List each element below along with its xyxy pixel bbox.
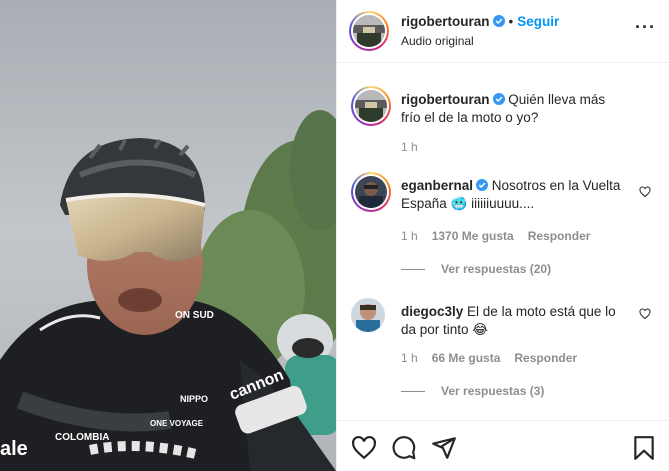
like-comment-heart-icon[interactable] (639, 186, 651, 198)
like-comment-heart-icon[interactable] (639, 308, 651, 320)
verified-icon (476, 179, 489, 191)
comment-item: eganbernal Nosotros en la Vuelta España … (351, 172, 661, 282)
comment-meta: 1 h 1370 Me gusta Responder (401, 229, 604, 243)
reply-button[interactable]: Responder (528, 229, 591, 243)
avatar-image (355, 176, 387, 208)
post-media[interactable]: ON SUD NIPPO cannon COLOMBIA ale ONE VOY… (0, 0, 336, 471)
jersey-text: ON SUD (175, 310, 214, 321)
view-replies-button[interactable]: Ver respuestas (3) (401, 384, 544, 398)
author-username[interactable]: rigobertouran (401, 14, 490, 29)
more-icon[interactable]: ··· (635, 17, 656, 38)
comment-avatar[interactable] (351, 298, 385, 332)
comment-likes[interactable]: 66 Me gusta (432, 351, 501, 365)
verified-icon (492, 93, 505, 105)
comments-list[interactable]: rigobertouran Quién lleva más frío el de… (337, 64, 669, 420)
header-user-line: rigobertouran • Seguir (401, 14, 559, 29)
avatar-image (351, 298, 385, 332)
comment-icon[interactable] (391, 435, 417, 461)
avatar-image (355, 90, 387, 122)
replies-line (401, 269, 425, 271)
comment-item: diegoc3ly El de la moto está que lo da p… (351, 298, 661, 408)
comment-avatar[interactable] (351, 172, 391, 212)
caption-username[interactable]: rigobertouran (401, 92, 490, 107)
caption-avatar[interactable] (351, 86, 391, 126)
separator-dot: • (508, 14, 514, 29)
caption-meta: 1 h (401, 140, 432, 154)
comment-text-block: eganbernal Nosotros en la Vuelta España … (401, 177, 626, 213)
follow-button[interactable]: Seguir (517, 14, 559, 29)
audio-link[interactable]: Audio original (401, 34, 474, 48)
jersey-text: NIPPO (180, 394, 208, 404)
post-header: rigobertouran • Seguir Audio original ··· (337, 0, 669, 63)
action-bar (337, 420, 669, 471)
comment-likes[interactable]: 1370 Me gusta (432, 229, 514, 243)
bookmark-icon[interactable] (631, 435, 657, 461)
comment-username[interactable]: eganbernal (401, 178, 473, 193)
comment-time[interactable]: 1 h (401, 351, 418, 365)
post-panel: rigobertouran • Seguir Audio original ··· … (336, 0, 669, 471)
view-replies-label: Ver respuestas (20) (441, 262, 552, 276)
post-photo: ON SUD NIPPO cannon COLOMBIA ale ONE VOY… (0, 0, 336, 471)
author-avatar[interactable] (349, 11, 389, 51)
caption-item: rigobertouran Quién lleva más frío el de… (351, 86, 661, 156)
verified-icon (492, 15, 505, 27)
replies-line (401, 391, 425, 393)
view-replies-label: Ver respuestas (3) (441, 384, 545, 398)
comment-username[interactable]: diegoc3ly (401, 304, 463, 319)
avatar-image (353, 15, 385, 47)
heart-icon[interactable] (351, 435, 377, 461)
comment-time[interactable]: 1 h (401, 229, 418, 243)
comment-meta: 1 h 66 Me gusta Responder (401, 351, 591, 365)
comment-text-block: diegoc3ly El de la moto está que lo da p… (401, 303, 626, 339)
reply-button[interactable]: Responder (514, 351, 577, 365)
jersey-text: ONE VOYAGE (150, 419, 204, 428)
jersey-text: COLOMBIA (55, 432, 109, 443)
caption-time[interactable]: 1 h (401, 140, 418, 154)
view-replies-button[interactable]: Ver respuestas (20) (401, 262, 551, 276)
caption-text-block: rigobertouran Quién lleva más frío el de… (401, 91, 626, 127)
share-icon[interactable] (431, 435, 457, 461)
jersey-text: ale (0, 438, 28, 460)
